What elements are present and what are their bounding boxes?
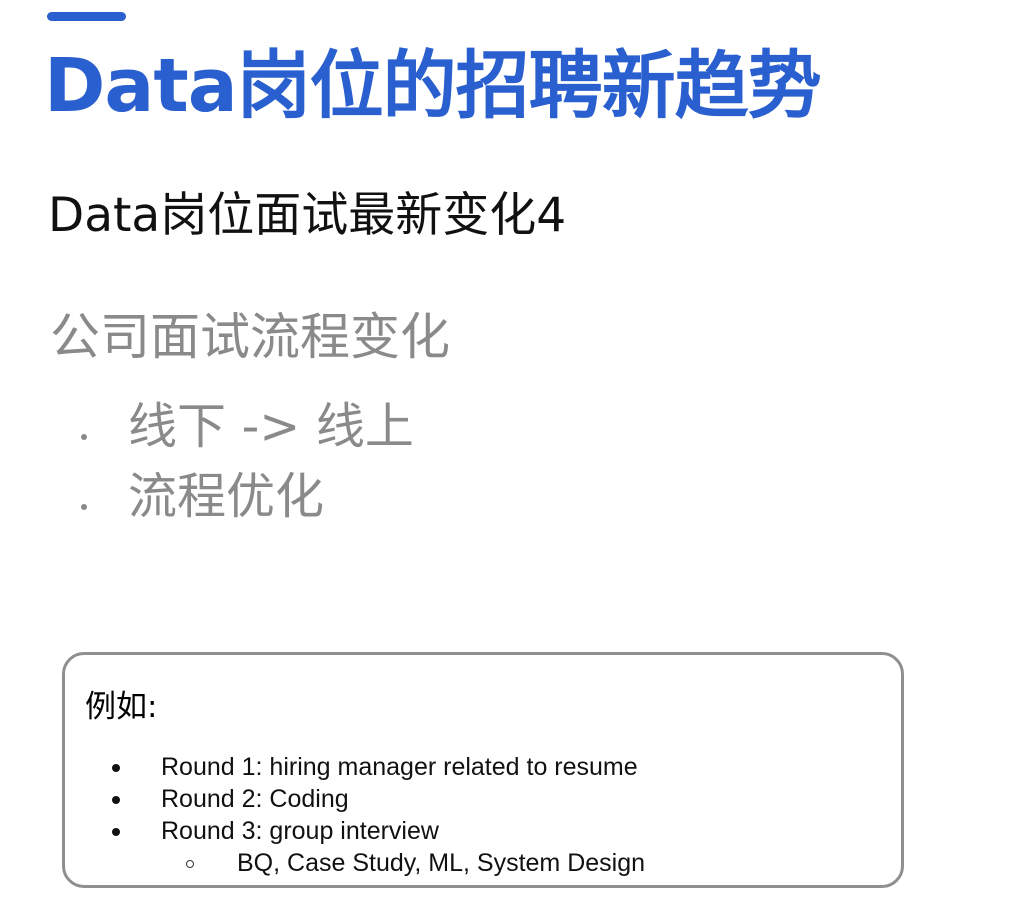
bullet-dot-icon — [81, 434, 87, 440]
round-sub-item: BQ, Case Study, ML, System Design — [65, 847, 901, 879]
slide-title: Data岗位的招聘新趋势 — [44, 43, 822, 129]
list-item: 线下 -> 线上 — [78, 392, 414, 462]
round-item: Round 2: Coding — [65, 783, 901, 815]
change-list: 线下 -> 线上 流程优化 — [78, 392, 414, 532]
bullet-dot-icon — [81, 504, 87, 510]
hollow-bullet-icon — [186, 860, 194, 868]
slide-subtitle: Data岗位面试最新变化4 — [48, 188, 567, 243]
bullet-dot-icon — [112, 764, 120, 772]
round-text: Round 2: Coding — [161, 785, 349, 813]
example-box: 例如: Round 1: hiring manager related to r… — [62, 652, 904, 888]
title-accent-bar — [47, 12, 126, 21]
list-item-text: 线下 -> 线上 — [128, 398, 414, 455]
list-item: 流程优化 — [78, 462, 414, 532]
section-heading: 公司面试流程变化 — [50, 308, 450, 366]
bullet-dot-icon — [112, 828, 120, 836]
bullet-dot-icon — [112, 796, 120, 804]
round-item: Round 1: hiring manager related to resum… — [65, 751, 901, 783]
example-label: 例如: — [85, 689, 158, 725]
list-item-text: 流程优化 — [128, 468, 325, 525]
round-text: Round 3: group interview — [161, 817, 439, 845]
round-item: Round 3: group interview — [65, 815, 901, 847]
round-text: Round 1: hiring manager related to resum… — [161, 753, 638, 781]
interview-rounds-list: Round 1: hiring manager related to resum… — [65, 751, 901, 879]
round-sub-text: BQ, Case Study, ML, System Design — [237, 849, 646, 877]
